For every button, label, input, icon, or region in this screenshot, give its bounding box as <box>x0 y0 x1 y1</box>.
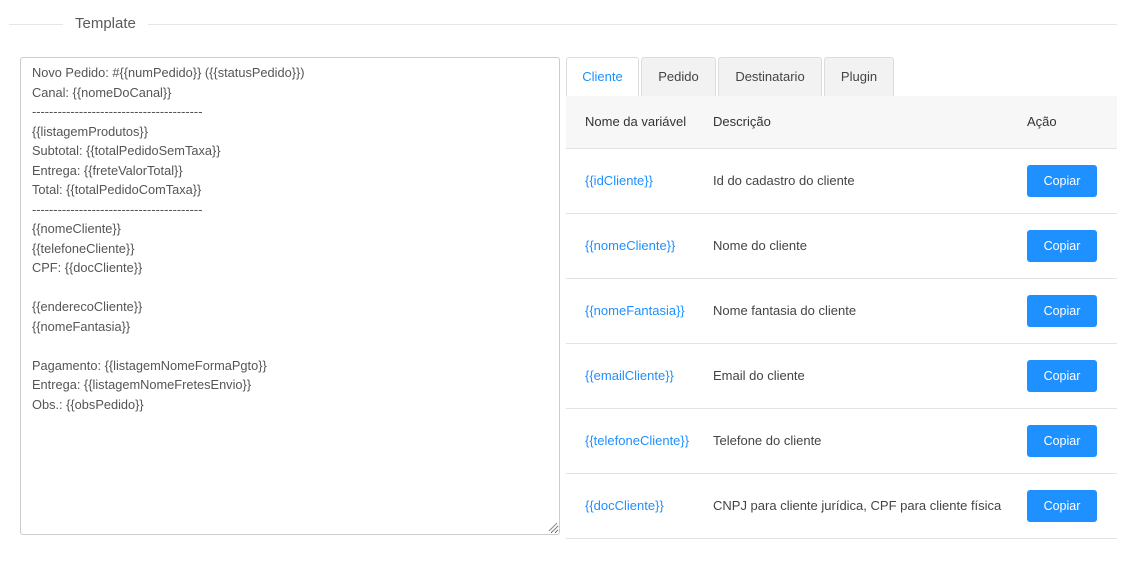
variable-description: Telefone do cliente <box>713 433 822 448</box>
table-row: {{nomeFantasia}} Nome fantasia do client… <box>566 279 1117 344</box>
resize-grip-icon[interactable] <box>547 521 558 532</box>
variable-name[interactable]: {{docCliente}} <box>585 474 664 538</box>
variable-name[interactable]: {{idCliente}} <box>585 149 653 213</box>
variable-tabs: Cliente Pedido Destinatario Plugin <box>566 57 1117 97</box>
copy-button[interactable]: Copiar <box>1027 295 1097 327</box>
legend-divider-left <box>9 24 63 25</box>
copy-button[interactable]: Copiar <box>1027 490 1097 522</box>
variable-description: Email do cliente <box>713 368 805 383</box>
table-row: {{emailCliente}} Email do cliente Copiar <box>566 344 1117 409</box>
variables-table: Nome da variável Descrição Ação {{idClie… <box>566 96 1117 539</box>
tab-pedido[interactable]: Pedido <box>641 57 716 96</box>
copy-button[interactable]: Copiar <box>1027 165 1097 197</box>
variable-name[interactable]: {{nomeFantasia}} <box>585 279 685 343</box>
table-row: {{idCliente}} Id do cadastro do cliente … <box>566 149 1117 214</box>
variable-description: Id do cadastro do cliente <box>713 173 855 188</box>
copy-button[interactable]: Copiar <box>1027 230 1097 262</box>
table-row: {{docCliente}} CNPJ para cliente jurídic… <box>566 474 1117 539</box>
legend-title: Template <box>75 15 136 32</box>
copy-button[interactable]: Copiar <box>1027 425 1097 457</box>
tab-label: Cliente <box>582 69 623 84</box>
variable-description: CNPJ para cliente jurídica, CPF para cli… <box>713 498 1002 513</box>
variable-description: Nome fantasia do cliente <box>713 303 857 318</box>
column-header-description: Descrição <box>713 114 771 129</box>
column-header-variable: Nome da variável <box>585 114 687 129</box>
tab-label: Pedido <box>658 69 699 84</box>
table-row: {{nomeCliente}} Nome do cliente Copiar <box>566 214 1117 279</box>
variable-name[interactable]: {{nomeCliente}} <box>585 214 675 278</box>
variable-name[interactable]: {{emailCliente}} <box>585 344 674 408</box>
copy-button[interactable]: Copiar <box>1027 360 1097 392</box>
variable-description: Nome do cliente <box>713 238 807 253</box>
table-header: Nome da variável Descrição Ação <box>566 96 1117 149</box>
template-editor-page: Template Cliente Pedido Destinatario Plu… <box>0 0 1132 578</box>
variable-name[interactable]: {{telefoneCliente}} <box>585 409 689 473</box>
tab-label: Plugin <box>840 69 878 84</box>
tab-plugin[interactable]: Plugin <box>824 57 894 96</box>
tab-destinatario[interactable]: Destinatario <box>718 57 822 96</box>
tab-cliente[interactable]: Cliente <box>566 57 639 97</box>
legend-divider-right <box>148 24 1117 25</box>
column-header-action: Ação <box>1027 114 1057 129</box>
table-row: {{telefoneCliente}} Telefone do cliente … <box>566 409 1117 474</box>
tab-label: Destinatario <box>735 69 805 84</box>
template-textarea[interactable] <box>20 57 560 535</box>
